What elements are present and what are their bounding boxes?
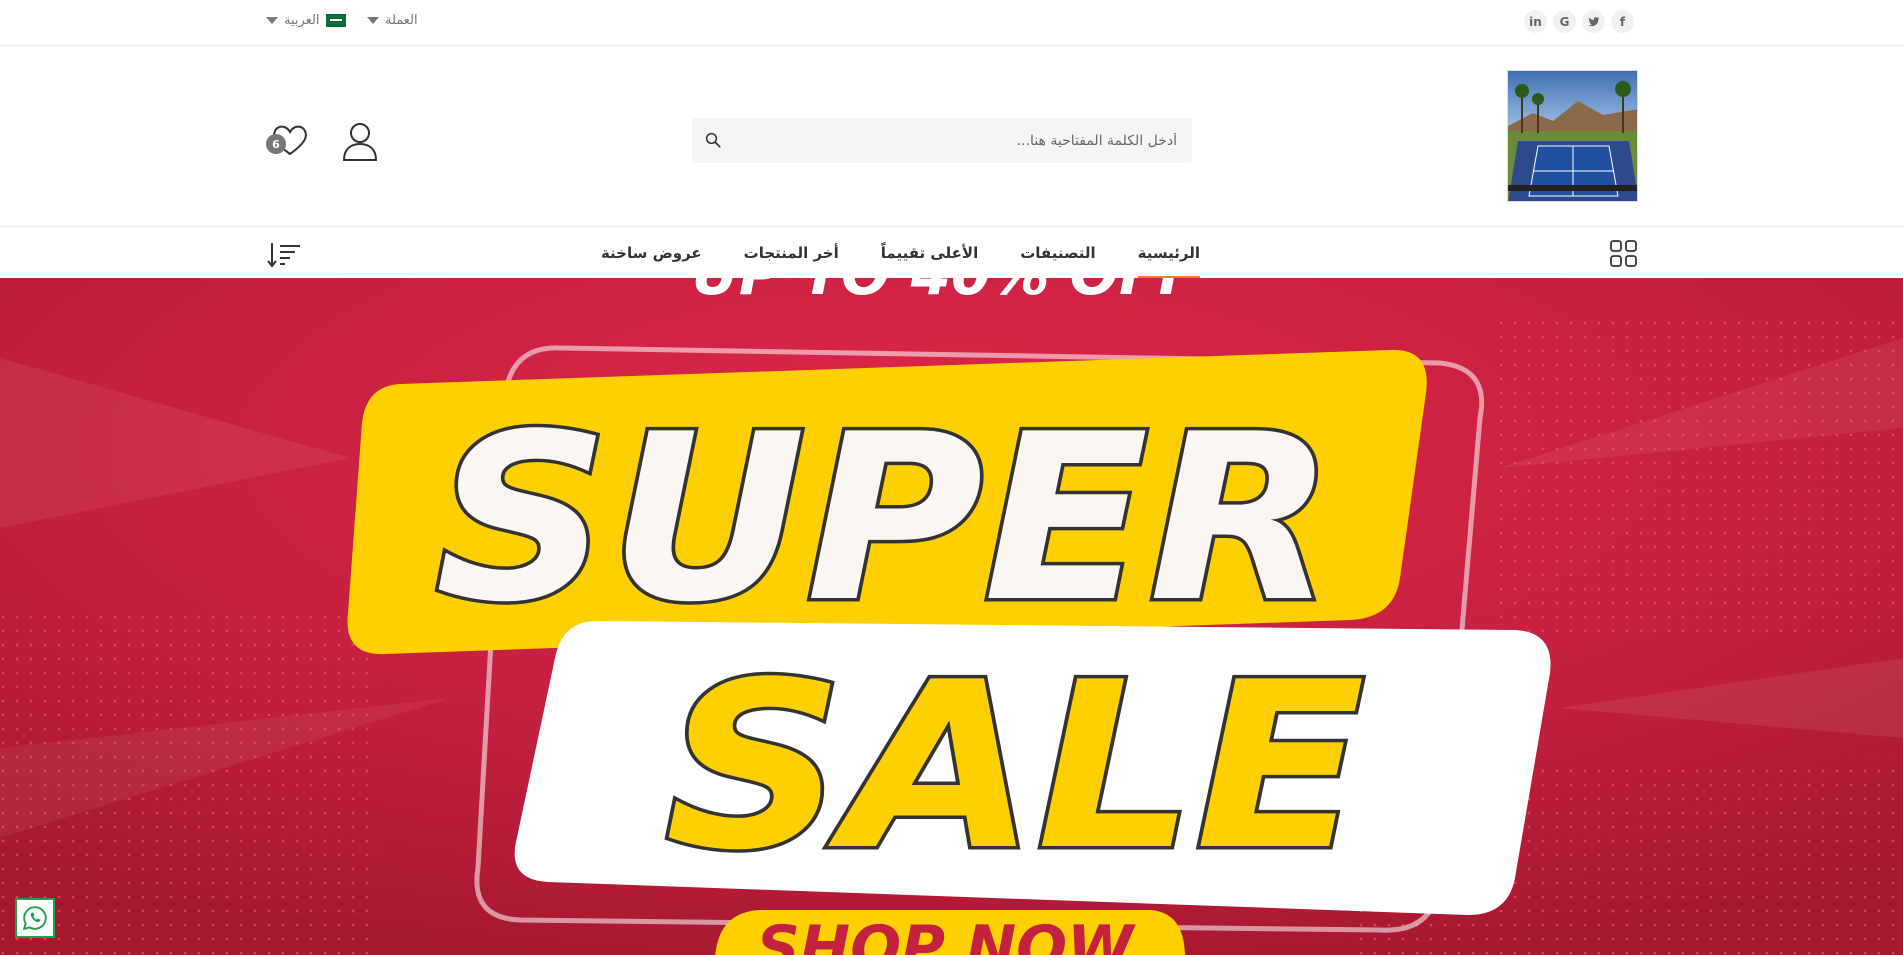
search-input[interactable] — [732, 118, 1177, 163]
whatsapp-icon[interactable] — [15, 898, 55, 938]
linkedin-icon[interactable]: in — [1524, 10, 1547, 33]
nav-item-categories[interactable]: التصنيفات — [1020, 228, 1095, 278]
header: 6 — [0, 46, 1903, 227]
wishlist-count-badge: 6 — [266, 134, 286, 154]
language-label: العربية — [284, 13, 320, 28]
nav-item-top-rated[interactable]: الأعلى تقييماً — [881, 228, 978, 278]
chevron-down-icon — [367, 17, 379, 24]
nav-item-home[interactable]: الرئيسية — [1137, 228, 1201, 278]
currency-label: العملة — [385, 13, 418, 28]
social-links: in G f — [1524, 10, 1634, 33]
main-nav: الرئيسية التصنيفات الأعلى تقييماً أخر ال… — [0, 228, 1903, 278]
currency-selector[interactable]: العملة — [367, 13, 418, 28]
language-selector[interactable]: العربية — [266, 13, 346, 28]
banner-line2: SALE — [665, 634, 1365, 901]
search-icon[interactable] — [704, 131, 722, 149]
top-bar: in G f العملة العربية — [0, 0, 1903, 46]
hero-banner[interactable]: UP TO 40% OFF SUPER SALE SHOP NOW — [0, 278, 1903, 955]
twitter-icon[interactable] — [1582, 10, 1605, 33]
banner-top-text: UP TO 40% OFF — [692, 278, 1198, 308]
search-bar — [692, 118, 1192, 163]
chevron-down-icon — [266, 17, 278, 24]
saudi-flag-icon — [325, 14, 346, 27]
facebook-icon[interactable]: f — [1611, 10, 1634, 33]
sort-icon[interactable] — [267, 242, 301, 268]
nav-item-hot-deals[interactable]: عروض ساخنة — [601, 228, 702, 278]
site-logo[interactable] — [1507, 70, 1638, 202]
account-icon[interactable] — [340, 120, 380, 162]
banner-shop-now: SHOP NOW — [757, 913, 1137, 955]
grid-menu-icon[interactable] — [1610, 240, 1637, 267]
nav-items: الرئيسية التصنيفات الأعلى تقييماً أخر ال… — [601, 228, 1201, 278]
banner-line1: SUPER — [435, 386, 1335, 653]
google-icon[interactable]: G — [1553, 10, 1576, 33]
nav-item-latest-products[interactable]: أخر المنتجات — [744, 228, 839, 278]
